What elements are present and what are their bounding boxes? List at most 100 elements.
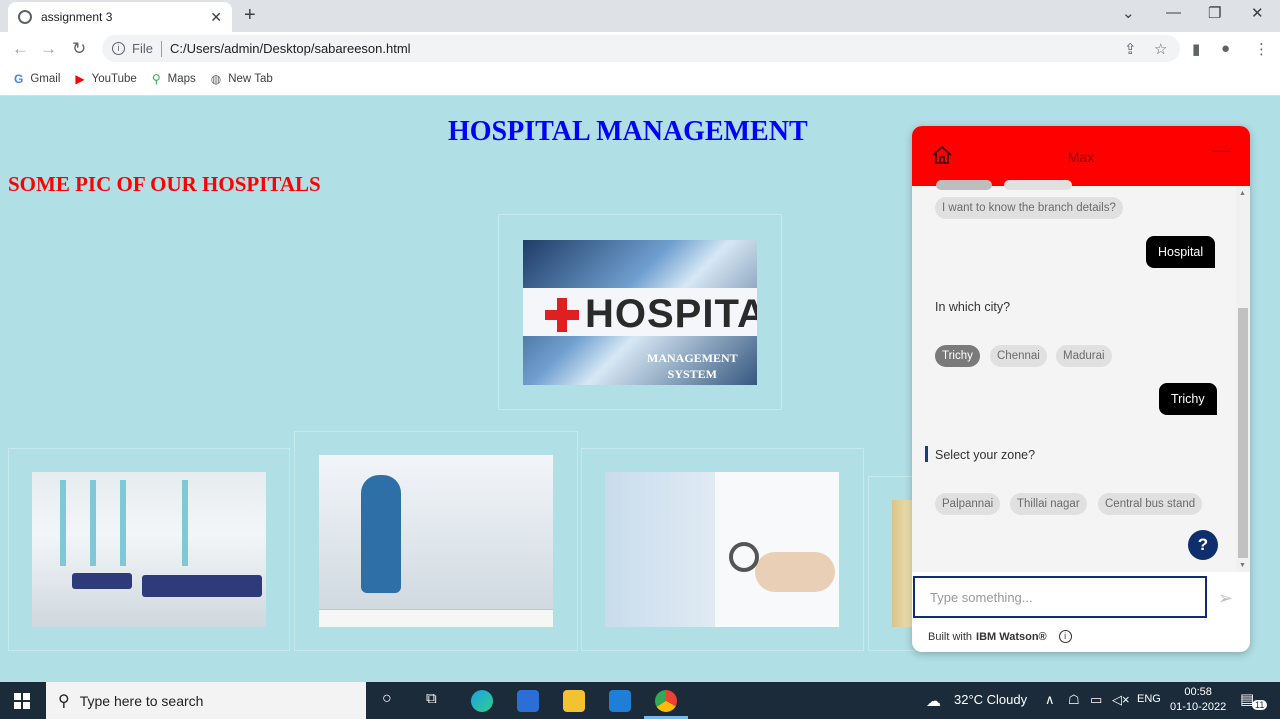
chrome-icon[interactable] <box>655 690 677 712</box>
city-option-madurai[interactable]: Madurai <box>1056 345 1112 367</box>
task-view-icon[interactable]: ⧉ <box>426 690 437 707</box>
close-tab-icon[interactable]: ✕ <box>210 9 222 26</box>
close-window-button[interactable]: ✕ <box>1251 4 1264 22</box>
new-tab-button[interactable]: + <box>244 4 256 27</box>
chat-messages: I want to know the branch details? Hospi… <box>912 180 1250 572</box>
tray-overflow-icon[interactable]: ∧ <box>1045 692 1055 708</box>
bookmark-star-icon[interactable]: ☆ <box>1154 40 1167 58</box>
user-message: Hospital <box>1146 236 1216 268</box>
cortana-icon[interactable]: ○ <box>382 690 392 708</box>
google-icon: G <box>14 72 24 86</box>
help-button[interactable]: ? <box>1188 530 1218 560</box>
city-option-trichy[interactable]: Trichy <box>935 345 980 367</box>
scrollbar-thumb[interactable] <box>1238 308 1248 558</box>
bed <box>142 575 262 597</box>
profile-avatar-icon[interactable]: ● <box>1221 40 1230 57</box>
hospital-corridor-image <box>319 455 553 627</box>
zone-option-central-bus-stand[interactable]: Central bus stand <box>1098 493 1203 515</box>
sign-subtitle-line: SYSTEM <box>667 367 718 381</box>
curtain <box>60 480 66 566</box>
bookmark-label: Maps <box>167 73 196 85</box>
file-explorer-icon[interactable] <box>563 690 585 712</box>
sign-word: HOSPITAL <box>585 292 757 336</box>
chat-header: Max — <box>912 126 1250 186</box>
bot-message: Select your zone? <box>935 448 1036 462</box>
footer-prefix: Built with <box>928 630 973 643</box>
onedrive-icon[interactable]: ☖ <box>1068 692 1080 708</box>
mail-icon[interactable] <box>609 690 631 712</box>
tab-strip: assignment 3 ✕ + ⌄ — ❐ ✕ <box>0 0 1280 32</box>
sign-subtitle-line: MANAGEMENT <box>647 351 738 365</box>
minimize-button[interactable]: — <box>1166 4 1181 21</box>
volume-icon[interactable]: ◁× <box>1112 692 1130 708</box>
footer-brand: IBM Watson® <box>976 630 1047 643</box>
curtain <box>90 480 96 566</box>
bookmarks-bar: G Gmail ▶ YouTube ⚲ Maps ◍ New Tab <box>0 66 1280 92</box>
side-panel-icon[interactable]: ▮ <box>1192 40 1200 58</box>
maps-icon: ⚲ <box>151 72 161 86</box>
windows-start-icon[interactable] <box>14 693 30 709</box>
menu-icon[interactable]: ⋮ <box>1254 40 1269 58</box>
chat-input[interactable] <box>913 576 1207 618</box>
bot-message: In which city? <box>935 300 1011 314</box>
minimize-chat-button[interactable]: — <box>1212 140 1230 161</box>
focus-indicator <box>925 446 928 462</box>
send-icon[interactable]: ➢ <box>1218 588 1233 609</box>
page-subtitle: SOME PIC OF OUR HOSPITALS <box>8 172 321 196</box>
sign-subtitle: MANAGEMENT SYSTEM <box>647 350 738 382</box>
store-icon[interactable] <box>517 690 539 712</box>
bookmark-gmail[interactable]: G Gmail <box>14 72 60 86</box>
tab-search-icon[interactable]: ⌄ <box>1122 4 1135 22</box>
edge-icon[interactable] <box>471 690 493 712</box>
stethoscope-icon <box>729 542 759 572</box>
globe-icon: ◍ <box>210 72 222 86</box>
url-separator <box>160 40 162 57</box>
city-option-chennai[interactable]: Chennai <box>990 345 1047 367</box>
share-icon[interactable]: ⇪ <box>1124 40 1137 58</box>
language-indicator[interactable]: ENG <box>1137 693 1161 705</box>
weather-text[interactable]: 32°C Cloudy <box>954 692 1027 707</box>
user-message: Trichy <box>1159 383 1217 415</box>
search-icon: ⚲ <box>58 692 70 710</box>
network-icon[interactable]: ▭ <box>1090 692 1102 708</box>
clock-date: 01-10-2022 <box>1170 701 1227 713</box>
hospital-sign-image: HOSPITAL MANAGEMENT SYSTEM <box>523 240 757 385</box>
address-bar[interactable]: i File C:/Users/admin/Desktop/sabareeson… <box>102 35 1180 62</box>
page-title: HOSPITAL MANAGEMENT <box>448 116 808 147</box>
bookmark-maps[interactable]: ⚲ Maps <box>152 72 196 86</box>
curtain <box>120 480 126 566</box>
taskbar: ⚲ Type here to search ○ ⧉ ☁ 32°C Cloudy … <box>0 682 1280 719</box>
doctor-arm <box>755 552 835 592</box>
scroll-down-icon[interactable]: ▼ <box>1239 562 1246 569</box>
zone-option-palpannai[interactable]: Palpannai <box>935 493 1001 515</box>
info-icon[interactable]: i <box>1058 630 1072 643</box>
clock[interactable]: 00:58 01-10-2022 <box>1170 685 1226 715</box>
scroll-up-icon[interactable]: ▲ <box>1239 190 1246 197</box>
doctor-stethoscope-image <box>605 472 839 627</box>
chat-footer: Built with IBM Watson® i <box>928 630 1072 643</box>
chat-input-row: ➢ <box>912 572 1250 620</box>
tab-title: assignment 3 <box>41 10 113 24</box>
maximize-button[interactable]: ❐ <box>1208 4 1221 22</box>
option-chip-cut <box>936 180 992 190</box>
taskbar-search-placeholder: Type here to search <box>79 692 204 709</box>
chat-scrollbar[interactable]: ▲ ▼ <box>1236 186 1250 572</box>
bookmark-label: YouTube <box>91 73 137 85</box>
zone-option-thillai-nagar[interactable]: Thillai nagar <box>1010 493 1087 515</box>
partial-hospital-image <box>892 500 912 627</box>
site-info-icon[interactable]: i <box>112 42 125 55</box>
curtain <box>182 480 188 566</box>
bookmark-youtube[interactable]: ▶ YouTube <box>75 72 136 86</box>
hospital-ward-image <box>32 472 266 627</box>
bookmark-new-tab[interactable]: ◍ New Tab <box>211 72 273 86</box>
option-chip[interactable]: I want to know the branch details? <box>935 197 1123 219</box>
forward-button[interactable]: → <box>40 39 57 59</box>
taskbar-search[interactable]: ⚲ Type here to search <box>46 682 366 719</box>
reload-button[interactable]: ↻ <box>72 39 86 59</box>
nurse-figure <box>361 475 401 593</box>
browser-tab[interactable]: assignment 3 ✕ <box>8 2 232 32</box>
weather-cloud-icon: ☁ <box>926 693 941 710</box>
bookmark-label: Gmail <box>30 73 61 85</box>
back-button[interactable]: ← <box>12 39 29 59</box>
youtube-icon: ▶ <box>75 72 85 86</box>
